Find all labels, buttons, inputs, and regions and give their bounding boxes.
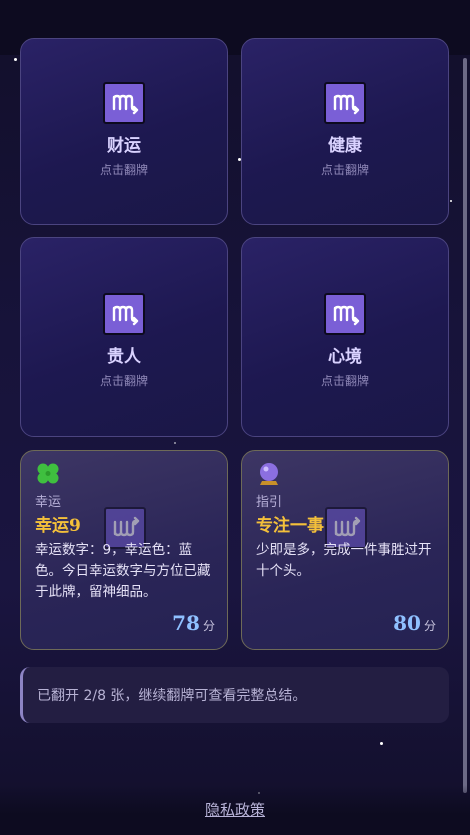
score-unit: 分: [202, 619, 215, 633]
result-title: 专注一事: [256, 516, 324, 536]
card-hint: 点击翻牌: [320, 163, 369, 177]
card-title: 贵人: [107, 347, 141, 367]
result-description: 幸运数字：9，幸运色：蓝色。今日幸运数字与方位已藏于此牌，留神细品。: [35, 542, 211, 600]
tarot-card-benefactor[interactable]: 贵人 点击翻牌: [20, 237, 228, 437]
result-score: 78 分: [172, 611, 215, 635]
result-description: 少即是多，完成一件事胜过开十个头。: [256, 542, 432, 579]
star-decoration: [14, 58, 17, 61]
card-title: 心境: [328, 347, 362, 367]
tarot-card-health[interactable]: 健康 点击翻牌: [241, 38, 449, 225]
star-decoration: [174, 442, 176, 444]
card-hint: 点击翻牌: [320, 374, 369, 388]
notice-text: 已翻开 2/8 张，继续翻牌可查看完整总结。: [37, 688, 307, 704]
scorpio-icon: [103, 293, 145, 335]
tarot-card-wealth[interactable]: 财运 点击翻牌: [20, 38, 228, 225]
revealed-card-luck[interactable]: 幸运 幸运9 幸运数字：9，幸运色：蓝色。今日幸运数字与方位已藏于此牌，留神细品…: [20, 450, 228, 650]
revealed-card-guidance[interactable]: 指引 专注一事 少即是多，完成一件事胜过开十个头。 80 分: [241, 450, 449, 650]
score-value: 78: [172, 611, 200, 635]
progress-notice: 已翻开 2/8 张，继续翻牌可查看完整总结。: [20, 667, 449, 723]
star-decoration: [380, 742, 383, 745]
result-score: 80 分: [393, 611, 436, 635]
score-unit: 分: [423, 619, 436, 633]
result-category: 幸运: [35, 495, 62, 510]
four-leaf-clover-icon: [37, 463, 59, 484]
score-value: 80: [393, 611, 421, 635]
scorpio-icon: [103, 82, 145, 124]
result-title: 幸运9: [35, 516, 81, 536]
card-title: 财运: [107, 136, 141, 156]
star-decoration: [450, 200, 452, 202]
result-category: 指引: [256, 495, 283, 510]
card-title: 健康: [328, 136, 362, 156]
card-hint: 点击翻牌: [99, 374, 148, 388]
scorpio-icon: [324, 82, 366, 124]
tarot-card-mood[interactable]: 心境 点击翻牌: [241, 237, 449, 437]
card-hint: 点击翻牌: [99, 163, 148, 177]
scorpio-icon: [324, 293, 366, 335]
privacy-policy-link[interactable]: 隐私政策: [0, 799, 470, 820]
crystal-ball-icon: [260, 463, 278, 485]
scrollbar[interactable]: [463, 58, 467, 793]
